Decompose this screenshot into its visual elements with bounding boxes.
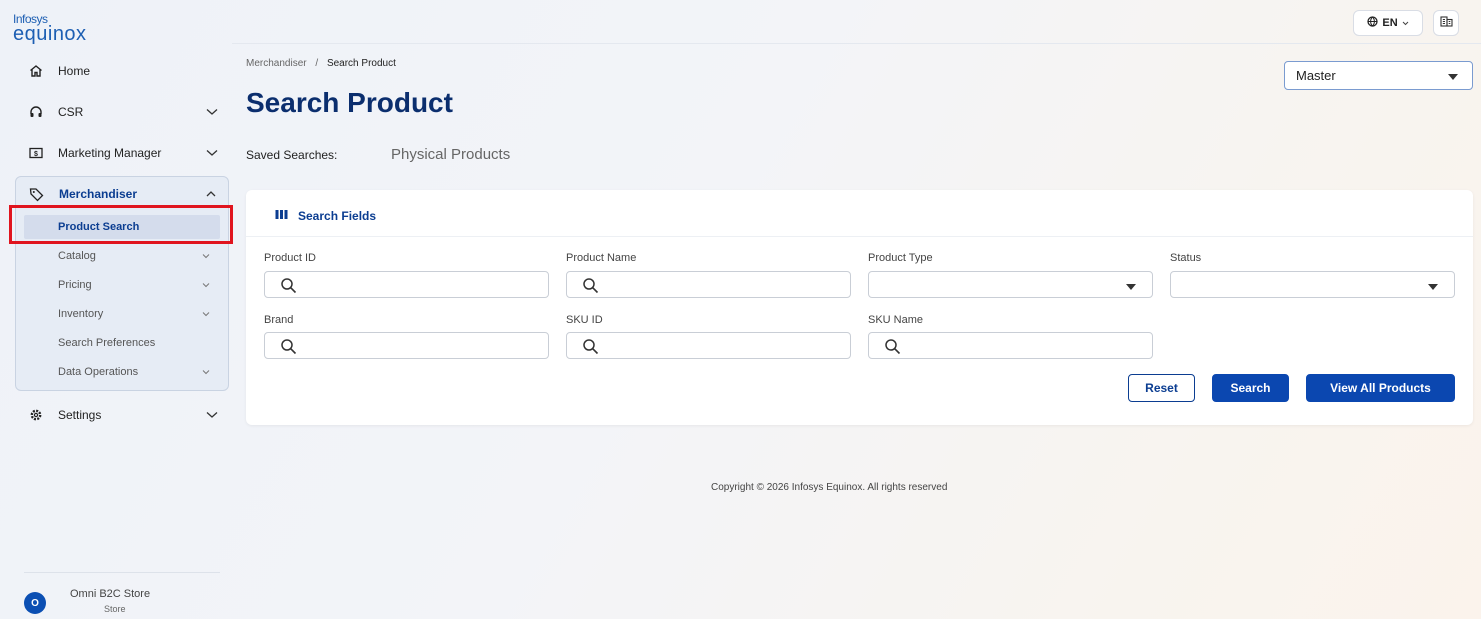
breadcrumb-current: Search Product: [326, 58, 396, 69]
brand-input[interactable]: [305, 335, 535, 356]
sidebar-item-marketing-manager[interactable]: $ Marketing Manager: [28, 143, 218, 163]
chevron-down-icon: [1402, 17, 1409, 29]
sidebar-subitem-search-preferences[interactable]: Search Preferences: [24, 331, 220, 355]
chevron-down-icon: [202, 280, 210, 290]
reset-button[interactable]: Reset: [1128, 374, 1195, 402]
breadcrumb: Merchandiser / Search Product: [246, 58, 396, 69]
sidebar-subitem-catalog[interactable]: Catalog: [24, 244, 220, 268]
sidebar-item-label: Marketing Manager: [58, 146, 162, 160]
card-header: Search Fields: [246, 190, 1473, 237]
store-type: Store: [104, 604, 126, 614]
saved-searches-label: Saved Searches:: [246, 148, 338, 162]
sidebar-item-label: Home: [58, 64, 91, 78]
product-name-label: Product Name: [566, 252, 637, 264]
breadcrumb-parent[interactable]: Merchandiser: [246, 58, 307, 69]
chevron-down-icon: [202, 251, 210, 261]
svg-text:$: $: [34, 151, 38, 158]
status-label: Status: [1170, 252, 1202, 264]
product-type-label: Product Type: [868, 252, 933, 264]
store-name: Omni B2C Store: [70, 588, 151, 600]
store-switcher[interactable]: O Omni B2C Store Store: [24, 586, 204, 616]
copyright-text: Copyright © 2026 Infosys Equinox. All ri…: [711, 482, 948, 493]
card-title-text: Search Fields: [298, 209, 377, 223]
product-id-label: Product ID: [264, 252, 316, 264]
chevron-down-icon: [202, 367, 210, 377]
brand-field[interactable]: [264, 332, 549, 359]
sidebar-item-home[interactable]: Home: [28, 61, 218, 81]
page-title: Search Product: [246, 87, 453, 118]
headset-icon: [28, 104, 44, 120]
tag-icon: [29, 187, 45, 202]
sidebar-subitem-label: Inventory: [58, 308, 104, 320]
sku-id-field[interactable]: [566, 332, 851, 359]
globe-icon: [1367, 16, 1379, 30]
search-icon: [280, 277, 297, 299]
sidebar-subitem-product-search[interactable]: Product Search: [24, 215, 220, 239]
search-icon: [884, 338, 901, 360]
sidebar-subitem-data-operations[interactable]: Data Operations: [24, 360, 220, 384]
sidebar-subitem-label: Pricing: [58, 279, 92, 291]
product-name-field[interactable]: [566, 271, 851, 298]
search-icon: [582, 277, 599, 299]
catalog-select[interactable]: Master: [1284, 61, 1473, 90]
store-icon-button[interactable]: [1433, 10, 1459, 36]
sku-name-field[interactable]: [868, 332, 1153, 359]
saved-search-link[interactable]: Physical Products: [391, 146, 510, 163]
breadcrumb-separator: /: [315, 58, 319, 69]
card-title: Search Fields: [275, 209, 376, 223]
sidebar-item-label: CSR: [58, 105, 84, 119]
sidebar-subitem-label: Product Search: [58, 221, 140, 233]
sku-name-label: SKU Name: [868, 314, 924, 326]
chevron-down-icon: [202, 309, 210, 319]
building-icon: [1439, 14, 1453, 32]
view-all-products-button[interactable]: View All Products: [1306, 374, 1455, 402]
sidebar-subitem-pricing[interactable]: Pricing: [24, 273, 220, 297]
caret-down-icon: [1428, 284, 1438, 290]
language-button[interactable]: EN: [1353, 10, 1423, 36]
columns-icon: [275, 209, 288, 223]
home-icon: [28, 63, 44, 79]
language-label: EN: [1382, 17, 1398, 29]
caret-down-icon: [1126, 284, 1136, 290]
search-fields-card: Search Fields Product ID Product Name Pr…: [246, 190, 1473, 425]
sidebar-item-csr[interactable]: CSR: [28, 102, 218, 122]
status-select[interactable]: [1170, 271, 1455, 298]
product-type-select[interactable]: [868, 271, 1153, 298]
sku-id-label: SKU ID: [566, 314, 603, 326]
brand-logo[interactable]: Infosys equinox: [13, 13, 87, 44]
product-name-input[interactable]: [607, 274, 837, 295]
sidebar-subitem-label: Data Operations: [58, 366, 139, 378]
caret-down-icon: [1448, 74, 1458, 80]
sku-name-input[interactable]: [909, 335, 1139, 356]
header-divider: [232, 43, 1481, 44]
chevron-down-icon[interactable]: [206, 409, 218, 421]
chevron-down-icon[interactable]: [206, 147, 218, 159]
search-button[interactable]: Search: [1212, 374, 1289, 402]
dollar-icon: $: [28, 145, 44, 161]
sidebar-item-settings[interactable]: Settings: [28, 405, 218, 425]
catalog-select-value: Master: [1296, 68, 1336, 83]
product-id-field[interactable]: [264, 271, 549, 298]
chevron-up-icon[interactable]: [205, 187, 217, 201]
sidebar-subitem-label: Catalog: [58, 250, 96, 262]
sidebar-item-label: Settings: [58, 408, 102, 422]
gear-icon: [28, 407, 44, 423]
sidebar-subitem-inventory[interactable]: Inventory: [24, 302, 220, 326]
sidebar-subitem-label: Search Preferences: [58, 337, 156, 349]
search-icon: [280, 338, 297, 360]
brand-line2: equinox: [13, 23, 87, 45]
divider: [24, 572, 220, 573]
merchandiser-group: Merchandiser Product Search Catalog Pric…: [15, 176, 229, 391]
avatar: O: [24, 592, 46, 614]
product-id-input[interactable]: [305, 274, 535, 295]
sidebar: Infosys equinox Home CSR $ Marketing Man…: [0, 0, 232, 619]
search-icon: [582, 338, 599, 360]
sku-id-input[interactable]: [607, 335, 837, 356]
sidebar-item-label: Merchandiser: [59, 187, 138, 201]
chevron-down-icon[interactable]: [206, 106, 218, 118]
sidebar-item-merchandiser[interactable]: Merchandiser: [29, 185, 217, 203]
brand-label: Brand: [264, 314, 294, 326]
